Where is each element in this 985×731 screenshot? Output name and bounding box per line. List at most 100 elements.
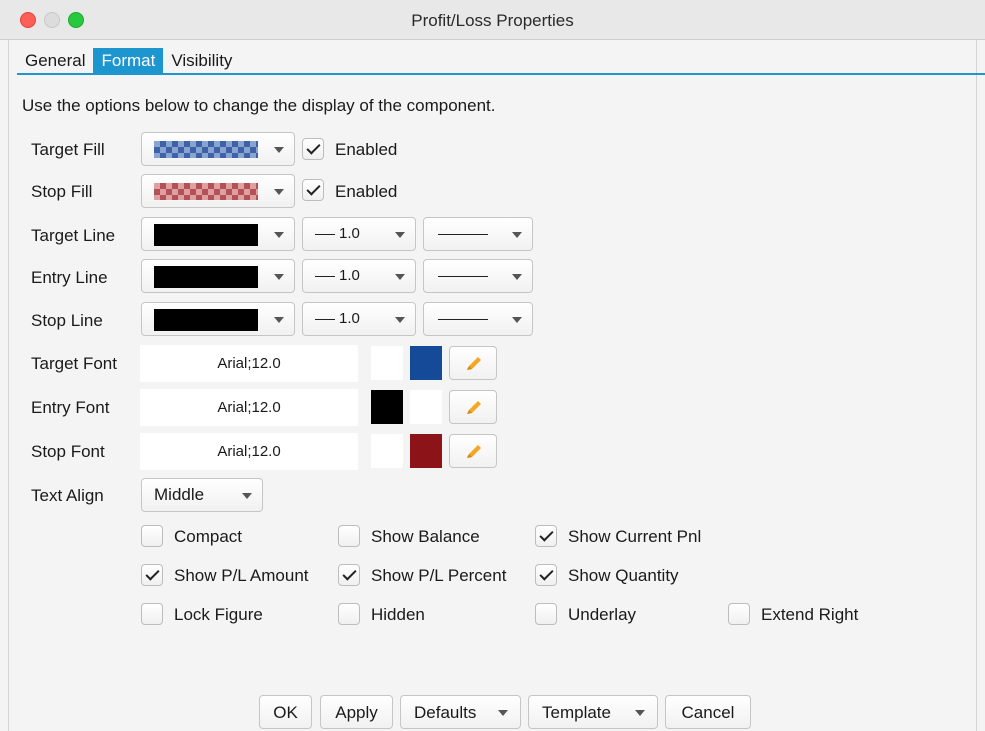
extend-right-label: Extend Right — [761, 605, 859, 624]
tab-underline — [17, 73, 985, 75]
chevron-down-icon — [498, 710, 508, 716]
cancel-button[interactable]: Cancel — [665, 695, 751, 729]
target-font-edit-button[interactable] — [449, 346, 497, 380]
ok-button[interactable]: OK — [259, 695, 312, 729]
stop-line-swatch — [154, 309, 258, 331]
entry-font-text-color[interactable] — [410, 390, 442, 424]
extend-right-checkbox[interactable] — [728, 603, 750, 625]
chevron-down-icon — [274, 189, 284, 195]
compact-label: Compact — [174, 527, 243, 546]
stop-fill-enabled-checkbox[interactable] — [302, 179, 324, 201]
underlay-checkbox[interactable] — [535, 603, 557, 625]
stop-font-edit-button[interactable] — [449, 434, 497, 468]
check-icon — [306, 181, 321, 196]
stop-font-background-color[interactable] — [371, 434, 403, 468]
entry-line-width-combo[interactable]: 1.0 — [302, 259, 416, 293]
line-width-icon — [315, 234, 335, 235]
show-current-pnl-label: Show Current Pnl — [568, 527, 702, 546]
pencil-icon — [467, 357, 481, 370]
target-font-field[interactable]: Arial;12.0 — [140, 345, 358, 382]
title-bar: Profit/Loss Properties — [0, 0, 985, 40]
chevron-down-icon — [274, 317, 284, 323]
line-style-icon — [438, 276, 488, 277]
show-current-pnl-checkbox[interactable] — [535, 525, 557, 547]
entry-line-color-combo[interactable] — [141, 259, 295, 293]
line-style-icon — [438, 234, 488, 235]
stop-fill-color-combo[interactable] — [141, 174, 295, 208]
target-fill-color-combo[interactable] — [141, 132, 295, 166]
show-quantity-checkbox[interactable] — [535, 564, 557, 586]
chevron-down-icon — [395, 232, 405, 238]
target-line-style-combo[interactable] — [423, 217, 533, 251]
target-font-label: Target Font — [31, 354, 117, 373]
compact-checkbox[interactable] — [141, 525, 163, 547]
entry-font-background-color[interactable] — [371, 390, 403, 424]
chevron-down-icon — [512, 317, 522, 323]
stop-line-width-combo[interactable]: 1.0 — [302, 302, 416, 336]
tab-visibility[interactable]: Visibility — [163, 48, 240, 74]
underlay-label: Underlay — [568, 605, 637, 624]
tab-bar: General Format Visibility — [17, 48, 240, 74]
stop-line-color-combo[interactable] — [141, 302, 295, 336]
target-line-color-combo[interactable] — [141, 217, 295, 251]
hidden-checkbox[interactable] — [338, 603, 360, 625]
stop-font-value: Arial;12.0 — [217, 443, 281, 460]
check-icon — [539, 566, 554, 581]
show-balance-checkbox[interactable] — [338, 525, 360, 547]
lock-figure-label: Lock Figure — [174, 605, 263, 624]
target-line-width-combo[interactable]: 1.0 — [302, 217, 416, 251]
stop-fill-label: Stop Fill — [31, 182, 93, 201]
target-line-width-value: 1.0 — [339, 225, 360, 242]
show-pl-percent-checkbox[interactable] — [338, 564, 360, 586]
target-font-text-color[interactable] — [410, 346, 442, 380]
entry-line-style-combo[interactable] — [423, 259, 533, 293]
check-icon — [306, 140, 321, 155]
stop-line-label: Stop Line — [31, 311, 103, 330]
entry-line-label: Entry Line — [31, 268, 108, 287]
stop-line-style-combo[interactable] — [423, 302, 533, 336]
window-title: Profit/Loss Properties — [411, 11, 574, 30]
line-width-icon — [315, 319, 335, 320]
hidden-label: Hidden — [371, 605, 425, 624]
defaults-button[interactable]: Defaults — [400, 695, 521, 729]
text-align-value: Middle — [154, 485, 205, 504]
chevron-down-icon — [395, 274, 405, 280]
entry-font-edit-button[interactable] — [449, 390, 497, 424]
tab-general[interactable]: General — [17, 48, 93, 74]
check-icon — [342, 566, 357, 581]
pencil-icon — [467, 401, 481, 414]
show-balance-label: Show Balance — [371, 527, 480, 546]
entry-line-swatch — [154, 266, 258, 288]
text-align-label: Text Align — [31, 486, 104, 505]
chevron-down-icon — [395, 317, 405, 323]
text-align-combo[interactable]: Middle — [141, 478, 263, 512]
target-font-background-color[interactable] — [371, 346, 403, 380]
target-font-value: Arial;12.0 — [217, 355, 281, 372]
check-icon — [145, 566, 160, 581]
stop-fill-enabled-label: Enabled — [335, 182, 398, 201]
show-pl-amount-checkbox[interactable] — [141, 564, 163, 586]
show-pl-amount-label: Show P/L Amount — [174, 566, 309, 585]
entry-font-field[interactable]: Arial;12.0 — [140, 389, 358, 426]
target-line-swatch — [154, 224, 258, 246]
template-button[interactable]: Template — [528, 695, 658, 729]
target-fill-label: Target Fill — [31, 140, 105, 159]
apply-button[interactable]: Apply — [320, 695, 393, 729]
check-icon — [539, 527, 554, 542]
stop-font-field[interactable]: Arial;12.0 — [140, 433, 358, 470]
intro-text: Use the options below to change the disp… — [22, 96, 496, 115]
chevron-down-icon — [274, 232, 284, 238]
chevron-down-icon — [274, 274, 284, 280]
target-fill-enabled-checkbox[interactable] — [302, 138, 324, 160]
stop-font-text-color[interactable] — [410, 434, 442, 468]
template-button-label: Template — [542, 703, 611, 722]
tab-format[interactable]: Format — [93, 48, 164, 74]
show-quantity-label: Show Quantity — [568, 566, 679, 585]
pencil-icon — [467, 445, 481, 458]
defaults-button-label: Defaults — [414, 703, 477, 722]
lock-figure-checkbox[interactable] — [141, 603, 163, 625]
show-pl-percent-label: Show P/L Percent — [371, 566, 507, 585]
chevron-down-icon — [274, 147, 284, 153]
entry-line-width-value: 1.0 — [339, 267, 360, 284]
entry-font-label: Entry Font — [31, 398, 110, 417]
